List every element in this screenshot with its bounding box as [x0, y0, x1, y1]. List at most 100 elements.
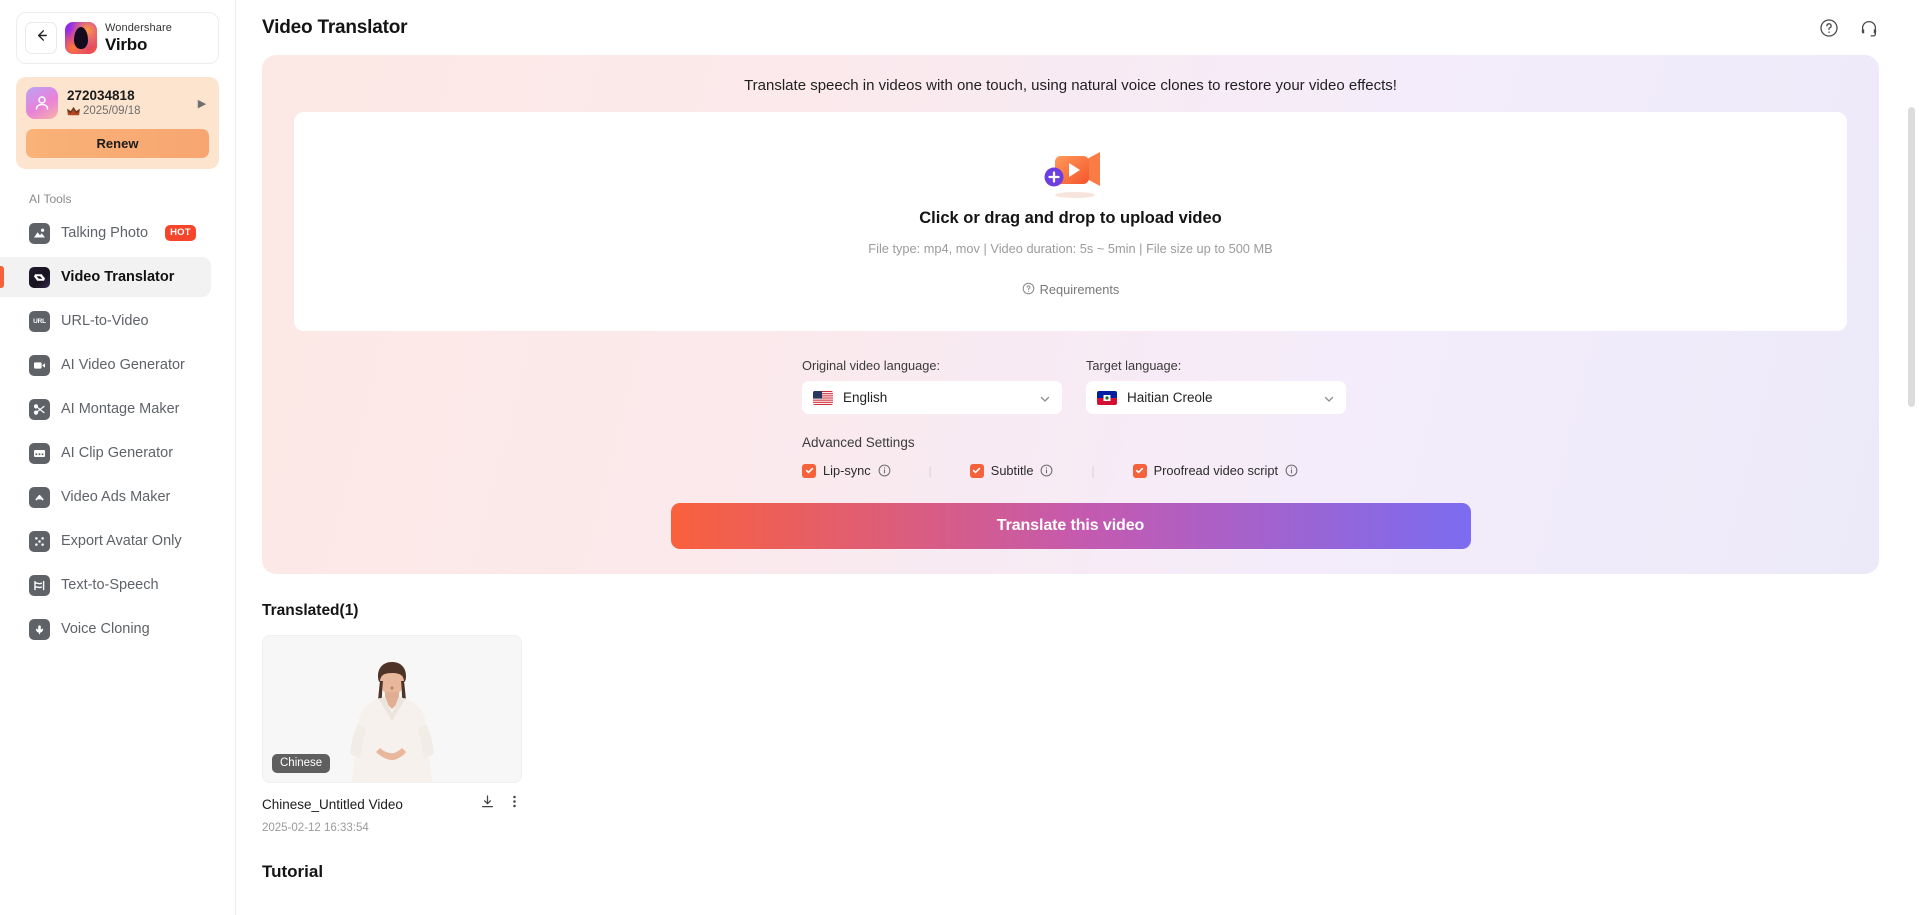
translate-this-video-button[interactable]: Translate this video — [670, 503, 1471, 549]
avatar — [26, 87, 58, 119]
back-button[interactable] — [25, 22, 57, 54]
option-label: Subtitle — [990, 463, 1034, 478]
requirements-link[interactable]: Requirements — [1022, 282, 1120, 298]
target-language-value: Haitian Creole — [1127, 390, 1213, 405]
tutorial-section-title: Tutorial — [262, 862, 324, 881]
chevron-right-icon[interactable]: ▶ — [195, 97, 209, 110]
scrollbar-track[interactable] — [1908, 107, 1915, 915]
chevron-down-icon — [1039, 392, 1051, 404]
sidebar-item-video-ads-maker[interactable]: Video Ads Maker — [0, 477, 211, 517]
sidebar-item-label: AI Video Generator — [61, 357, 185, 373]
sidebar-item-url-to-video[interactable]: URL URL-to-Video — [0, 301, 211, 341]
brand-company: Wondershare — [105, 22, 172, 34]
language-chip: Chinese — [272, 754, 331, 773]
virbo-logo — [65, 22, 97, 54]
option-subtitle[interactable]: Subtitle — [969, 463, 1054, 478]
video-upload-icon — [1037, 146, 1105, 200]
scrollbar-thumb[interactable] — [1908, 107, 1915, 407]
sidebar-item-export-avatar-only[interactable]: Export Avatar Only — [0, 521, 211, 561]
sidebar-item-label: Text-to-Speech — [61, 577, 159, 593]
account-card[interactable]: 272034818 2025/09/18 ▶ Renew — [16, 77, 219, 169]
account-expiry: 2025/09/18 — [67, 105, 186, 118]
hero-tagline: Translate speech in videos with one touc… — [744, 77, 1397, 94]
ht-flag — [1097, 390, 1117, 405]
crown-icon — [67, 106, 80, 117]
main-content: Video Translator Translate speech in vid… — [236, 0, 1919, 915]
scissors-icon — [29, 398, 50, 420]
expiry-date: 2025/09/18 — [83, 104, 141, 117]
option-label: Proofread video script — [1153, 463, 1279, 478]
original-language-value: English — [843, 390, 888, 405]
upload-dropzone[interactable]: Click or drag and drop to upload video F… — [294, 112, 1847, 331]
option-label: Lip-sync — [823, 463, 871, 478]
sidebar-item-ai-clip-generator[interactable]: AI Clip Generator — [0, 433, 211, 473]
page-title: Video Translator — [262, 16, 408, 38]
sidebar-item-talking-photo[interactable]: Talking Photo HOT — [0, 213, 211, 253]
question-circle-icon — [1022, 282, 1035, 298]
us-flag — [813, 390, 833, 405]
main-header: Video Translator — [236, 0, 1919, 55]
sidebar-item-voice-cloning[interactable]: Voice Cloning — [0, 609, 211, 649]
translated-section-title: Translated(1) — [262, 602, 359, 619]
original-language-label: Original video language: — [802, 358, 941, 373]
language-row: Original video language: English Target … — [802, 358, 1879, 414]
info-circle-icon[interactable] — [878, 464, 891, 477]
download-icon[interactable] — [480, 794, 495, 814]
header-actions — [1819, 18, 1879, 38]
video-camera-icon — [29, 354, 50, 376]
speech-icon — [29, 574, 50, 596]
photo-icon — [29, 222, 50, 244]
card-actions — [480, 794, 522, 814]
checkbox-subtitle[interactable] — [969, 463, 984, 478]
sidebar: Wondershare Virbo 272034818 2025/09/18 ▶… — [0, 0, 236, 915]
help-circle-icon[interactable] — [1819, 18, 1839, 38]
sidebar-item-label: Video Ads Maker — [61, 489, 171, 505]
app-root: Wondershare Virbo 272034818 2025/09/18 ▶… — [0, 0, 1919, 915]
arrow-left-icon — [34, 28, 49, 48]
renew-button[interactable]: Renew — [26, 129, 209, 158]
brand-product: Virbo — [105, 35, 148, 54]
upload-meta: File type: mp4, mov | Video duration: 5s… — [868, 240, 1273, 256]
translate-icon — [29, 266, 50, 288]
sidebar-item-label: Video Translator — [61, 269, 175, 285]
video-name: Chinese_Untitled Video — [262, 796, 403, 812]
more-vertical-icon[interactable] — [507, 794, 522, 814]
chevron-up-icon — [29, 486, 50, 508]
film-strip-icon — [29, 442, 50, 464]
checkbox-lip-sync[interactable] — [802, 463, 816, 478]
info-circle-icon[interactable] — [1285, 464, 1298, 477]
sidebar-item-label: Export Avatar Only — [61, 533, 182, 549]
video-thumbnail[interactable]: Chinese — [262, 635, 522, 783]
info-circle-icon[interactable] — [1040, 464, 1053, 477]
requirements-label: Requirements — [1039, 282, 1120, 297]
translated-card: Chinese Chinese_Untitled Video 2025-02-1… — [262, 635, 522, 834]
sidebar-item-label: URL-to-Video — [61, 313, 149, 329]
sidebar-item-video-translator[interactable]: Video Translator — [0, 257, 211, 297]
target-language-select[interactable]: Haitian Creole — [1086, 381, 1346, 414]
option-separator: | — [928, 463, 932, 478]
sidebar-item-text-to-speech[interactable]: Text-to-Speech — [0, 565, 211, 605]
upload-title: Click or drag and drop to upload video — [919, 208, 1222, 227]
brand-card: Wondershare Virbo — [16, 12, 219, 64]
account-info: 272034818 2025/09/18 — [67, 88, 186, 118]
option-proofread-video-script[interactable]: Proofread video script — [1132, 463, 1298, 478]
account-id: 272034818 — [67, 88, 135, 104]
checkbox-proofread-video-script[interactable] — [1132, 463, 1147, 478]
headset-icon[interactable] — [1859, 18, 1879, 38]
original-language-select[interactable]: English — [802, 381, 1062, 414]
sidebar-item-label: Talking Photo — [61, 225, 149, 241]
original-language-group: Original video language: English — [802, 358, 1062, 414]
sidebar-item-ai-montage-maker[interactable]: AI Montage Maker — [0, 389, 211, 429]
chevron-down-icon — [1323, 392, 1335, 404]
sidebar-item-label: Voice Cloning — [61, 621, 150, 637]
sidebar-section-label: AI Tools — [29, 192, 72, 206]
sidebar-item-label: AI Montage Maker — [61, 401, 180, 417]
target-language-group: Target language: Haitian Creole — [1086, 358, 1346, 414]
avatar-preview — [350, 662, 434, 782]
option-lip-sync[interactable]: Lip-sync — [802, 463, 891, 478]
sidebar-item-ai-video-generator[interactable]: AI Video Generator — [0, 345, 211, 385]
microphone-icon — [29, 618, 50, 640]
url-icon-text: URL — [33, 317, 46, 325]
advanced-settings-title: Advanced Settings — [802, 435, 915, 450]
advanced-settings-row: Lip-sync | Subtitle | Proofread video sc… — [802, 463, 1879, 478]
